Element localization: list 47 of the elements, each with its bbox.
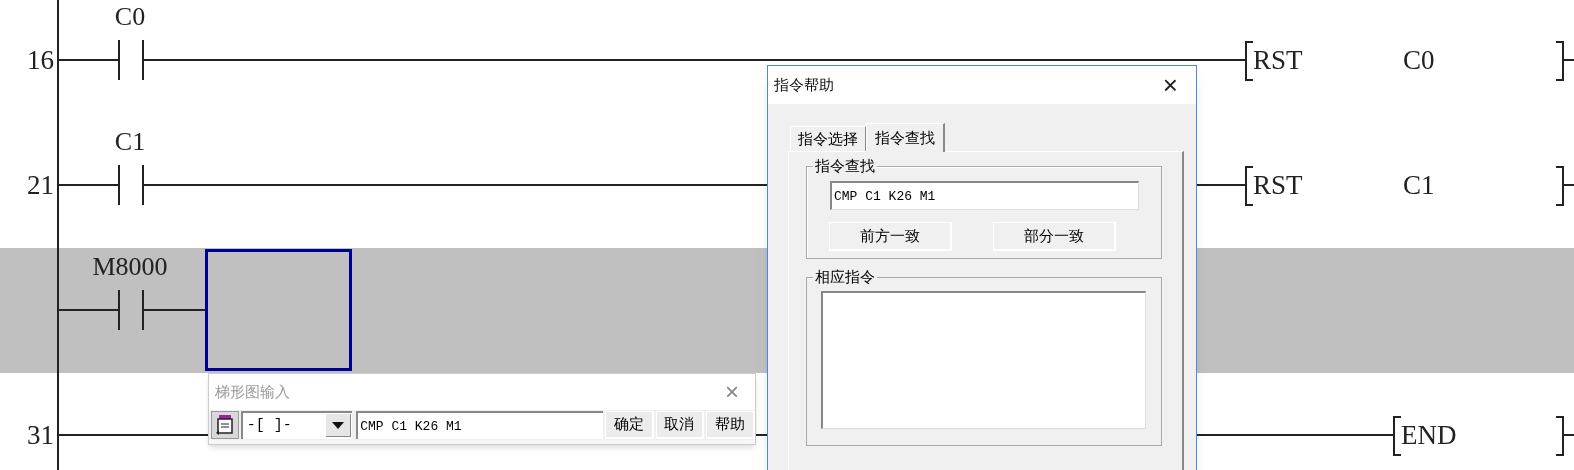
contact-symbol: [117, 290, 144, 330]
right-bracket: [1556, 416, 1564, 456]
step-number: 21: [27, 169, 54, 202]
tab[interactable]: 指令选择: [790, 126, 866, 151]
contact-label: M8000: [91, 251, 169, 283]
rung-wire: [1564, 434, 1574, 436]
group-title: 指令查找: [813, 156, 877, 176]
left-bracket: [1393, 416, 1401, 456]
close-button[interactable]: ×: [1162, 72, 1178, 98]
step-number: 16: [27, 44, 54, 77]
contact-label: C0: [113, 1, 147, 33]
search-field[interactable]: CMP C1 K26 M1: [830, 181, 1139, 210]
element-dropdown[interactable]: -[ ]-: [240, 411, 353, 439]
instruction-text: END: [1401, 419, 1457, 452]
rung-wire: [58, 59, 118, 61]
contact-symbol: [117, 165, 144, 205]
close-button[interactable]: ×: [725, 380, 739, 404]
dialog-button[interactable]: 确定: [604, 411, 654, 439]
group-title: 相应指令: [813, 267, 877, 287]
left-bracket: [1245, 41, 1253, 81]
operand-text: C1: [1403, 169, 1435, 202]
contact-symbol: [117, 40, 144, 80]
right-bracket: [1556, 41, 1564, 81]
rung-wire: [1564, 184, 1574, 186]
dropdown-arrow-icon: [332, 421, 345, 429]
dialog-title: 梯形图输入: [215, 381, 290, 402]
document-icon: [214, 414, 235, 436]
dialog-button[interactable]: 帮助: [706, 411, 755, 439]
operand-text: C0: [1403, 44, 1435, 77]
contact-label: C1: [113, 126, 147, 158]
match-button[interactable]: 前方一致: [829, 222, 952, 251]
tab[interactable]: 指令查找: [866, 123, 945, 152]
insert-mode-button[interactable]: [211, 411, 239, 439]
step-number: 31: [27, 419, 54, 452]
right-bracket: [1556, 166, 1564, 206]
match-button[interactable]: 部分一致: [993, 222, 1116, 251]
instruction-field[interactable]: CMP C1 K26 M1: [356, 411, 603, 439]
dialog-title: 指令帮助: [774, 74, 834, 95]
instruction-text: RST: [1253, 169, 1303, 202]
left-bracket: [1245, 166, 1253, 206]
instruction-text: RST: [1253, 44, 1303, 77]
rung-wire: [1564, 59, 1574, 61]
rung-wire: [144, 309, 205, 311]
rung-wire: [58, 184, 118, 186]
result-list[interactable]: [821, 291, 1146, 429]
dialog-button[interactable]: 取消: [655, 411, 705, 439]
rung-wire: [58, 309, 118, 311]
